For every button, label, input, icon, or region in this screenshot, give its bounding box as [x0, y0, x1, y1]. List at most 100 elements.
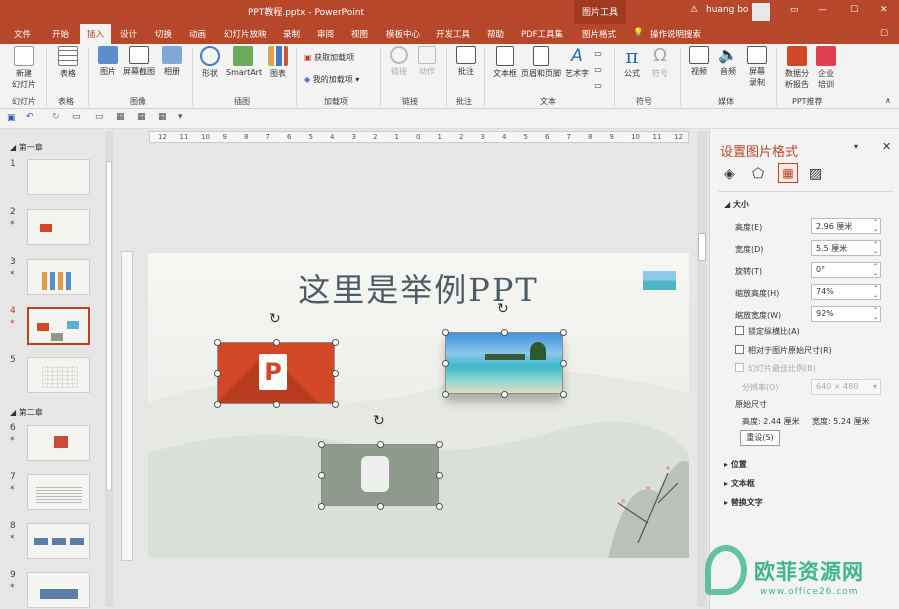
- slide-thumbnail-1[interactable]: [27, 159, 90, 195]
- resize-handle[interactable]: [441, 359, 449, 367]
- tab-pdf-tools[interactable]: PDF工具集: [521, 28, 563, 40]
- tab-review[interactable]: 审阅: [317, 28, 334, 40]
- resize-handle[interactable]: [213, 400, 221, 408]
- resize-handle[interactable]: [376, 440, 384, 448]
- get-addins-button[interactable]: ▣ 获取加载项: [304, 52, 354, 63]
- resize-handle[interactable]: [331, 338, 339, 346]
- spinner-icon[interactable]: ⌃ ⌄: [873, 307, 878, 321]
- audio-button[interactable]: 🔈 音频: [716, 46, 740, 77]
- lock-aspect-checkbox[interactable]: [735, 326, 744, 335]
- maximize-icon[interactable]: ☐: [850, 5, 858, 15]
- resize-handle[interactable]: [559, 359, 567, 367]
- slide-thumbnail-2[interactable]: [27, 209, 90, 245]
- comment-button[interactable]: 批注: [454, 46, 478, 77]
- chart-button[interactable]: 图表: [266, 46, 290, 79]
- section-header-2[interactable]: ◢ 第二章: [10, 407, 43, 418]
- resize-handle[interactable]: [559, 390, 567, 398]
- start-slideshow-icon[interactable]: ▭: [72, 112, 81, 122]
- resize-handle[interactable]: [213, 369, 221, 377]
- rotation-input[interactable]: 0° ⌃ ⌄: [811, 262, 881, 278]
- rotate-handle-icon[interactable]: ↻: [373, 413, 385, 429]
- slide-thumbnail-4[interactable]: [27, 307, 90, 345]
- my-addins-button[interactable]: ◆ 我的加载项 ▾: [304, 74, 359, 85]
- resize-handle[interactable]: [500, 328, 508, 336]
- qat-icon-3[interactable]: ▦: [158, 112, 167, 122]
- size-properties-icon[interactable]: ▦: [778, 163, 798, 183]
- reset-button[interactable]: 重设(S): [740, 430, 780, 446]
- header-footer-button[interactable]: 页眉和页脚: [520, 46, 562, 79]
- tab-view[interactable]: 视图: [351, 28, 368, 40]
- resize-handle[interactable]: [435, 440, 443, 448]
- resize-handle[interactable]: [435, 502, 443, 510]
- shapes-button[interactable]: 形状: [198, 46, 222, 79]
- pane-close-icon[interactable]: ✕: [882, 140, 891, 153]
- qat-icon-1[interactable]: ▦: [116, 112, 125, 122]
- tab-picture-format[interactable]: 图片格式: [582, 28, 616, 40]
- comments-icon[interactable]: ▢: [880, 28, 888, 38]
- resize-handle[interactable]: [500, 390, 508, 398]
- editor-scrollbar-thumb[interactable]: [698, 233, 706, 261]
- resize-handle[interactable]: [317, 471, 325, 479]
- resize-handle[interactable]: [272, 400, 280, 408]
- resize-handle[interactable]: [441, 328, 449, 336]
- slide-thumbnail-7[interactable]: [27, 474, 90, 510]
- tab-transitions[interactable]: 切换: [155, 28, 172, 40]
- video-button[interactable]: 视频: [686, 46, 712, 77]
- equation-button[interactable]: π 公式: [620, 46, 644, 79]
- ribbon-display-icon[interactable]: ▭: [790, 5, 799, 15]
- section-header-1[interactable]: ◢ 第一章: [10, 142, 43, 153]
- close-icon[interactable]: ✕: [880, 5, 888, 15]
- picture-icon[interactable]: ▨: [809, 166, 822, 182]
- spinner-icon[interactable]: ⌃ ⌄: [873, 241, 878, 255]
- customize-qat-icon[interactable]: ▾: [178, 112, 183, 122]
- tab-home[interactable]: 开始: [52, 28, 69, 40]
- warning-icon[interactable]: ⚠: [690, 5, 698, 15]
- vertical-ruler[interactable]: [121, 251, 133, 561]
- new-slide-button[interactable]: 新建 幻灯片: [10, 46, 38, 90]
- pane-options-icon[interactable]: ▾: [854, 142, 858, 151]
- album-button[interactable]: 相册: [160, 46, 184, 77]
- collapse-ribbon-icon[interactable]: ∧: [885, 96, 891, 105]
- slide-canvas[interactable]: 这里是举例PPT P ↻ ↻ ↻: [148, 253, 689, 558]
- slide-thumbnail-9[interactable]: [27, 572, 90, 608]
- effects-icon[interactable]: ⬠: [752, 166, 764, 182]
- resize-handle[interactable]: [213, 338, 221, 346]
- rotate-handle-icon[interactable]: ↻: [269, 311, 281, 327]
- touch-mode-icon[interactable]: ▭: [95, 112, 104, 122]
- resize-handle[interactable]: [317, 502, 325, 510]
- resize-handle[interactable]: [559, 328, 567, 336]
- resolution-select[interactable]: 640 × 480 ▾: [811, 379, 881, 395]
- tab-help[interactable]: 帮助: [487, 28, 504, 40]
- spinner-icon[interactable]: ⌃ ⌄: [873, 285, 878, 299]
- tab-insert[interactable]: 插入: [80, 24, 112, 44]
- save-icon[interactable]: ▣: [7, 113, 16, 123]
- position-section[interactable]: ▸ 位置: [724, 459, 747, 470]
- text-small-icons[interactable]: ▭ ▭ ▭: [592, 46, 604, 94]
- action-button[interactable]: 动作: [416, 46, 438, 77]
- height-input[interactable]: 2.96 厘米 ⌃ ⌄: [811, 218, 881, 234]
- smartart-button[interactable]: SmartArt: [226, 46, 262, 77]
- size-section-header[interactable]: ◢ 大小: [724, 199, 749, 210]
- resize-handle[interactable]: [376, 502, 384, 510]
- resize-handle[interactable]: [435, 471, 443, 479]
- data-analysis-button[interactable]: 数据分 析报告: [782, 46, 812, 90]
- slide-thumbnail-6[interactable]: [27, 425, 90, 461]
- table-button[interactable]: 表格: [56, 46, 80, 79]
- textbox-button[interactable]: 文本框: [492, 46, 518, 79]
- spinner-icon[interactable]: ⌃ ⌄: [873, 219, 878, 233]
- minimize-icon[interactable]: —: [818, 5, 827, 15]
- screen-record-button[interactable]: 屏幕 录制: [744, 46, 770, 88]
- horizontal-ruler[interactable]: 12 11 10 9 8 7 6 5 4 3 2 1 0 1 2 3 4 5 6 7 8 9 10 11 12: [149, 131, 689, 143]
- qat-icon-2[interactable]: ▦: [137, 112, 146, 122]
- textbox-section[interactable]: ▸ 文本框: [724, 478, 755, 489]
- redo-icon[interactable]: ↻: [52, 112, 60, 122]
- symbol-button[interactable]: Ω 符号: [648, 46, 672, 79]
- scale-height-input[interactable]: 74% ⌃ ⌄: [811, 284, 881, 300]
- width-input[interactable]: 5.5 厘米 ⌃ ⌄: [811, 240, 881, 256]
- avatar[interactable]: [752, 3, 770, 21]
- tell-me-search[interactable]: 操作说明搜索: [650, 28, 701, 40]
- user-name[interactable]: huang bo: [706, 5, 748, 15]
- screenshot-button[interactable]: 屏幕截图: [122, 46, 156, 77]
- tab-animations[interactable]: 动画: [189, 28, 206, 40]
- small-beach-image[interactable]: [643, 271, 676, 290]
